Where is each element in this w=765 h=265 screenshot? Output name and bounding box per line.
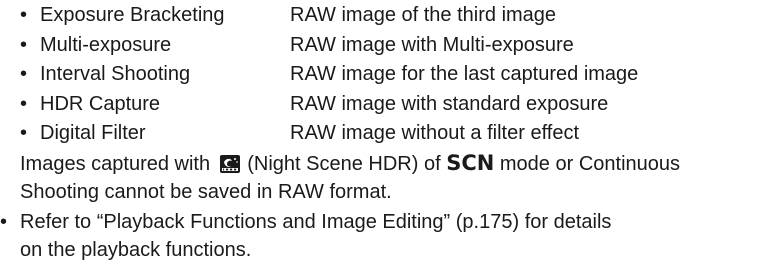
note-text: Images captured with xyxy=(20,153,211,175)
list-item: • HDR Capture RAW image with standard ex… xyxy=(20,91,760,118)
list-item-continuation: on the playback functions. xyxy=(0,237,760,264)
mode-name: HDR Capture xyxy=(40,93,161,115)
scn-mode-label: SCN xyxy=(446,151,495,175)
note-text: mode or Continuous xyxy=(499,153,680,175)
night-scene-hdr-icon xyxy=(219,155,240,173)
bullet: • xyxy=(0,211,8,233)
mode-description: RAW image without a filter effect xyxy=(290,122,580,144)
mode-description: RAW image for the last captured image xyxy=(290,63,639,85)
list-item: • Refer to “Playback Functions and Image… xyxy=(0,209,760,236)
list-item: • Digital Filter RAW image without a fil… xyxy=(20,120,760,147)
mode-name: Interval Shooting xyxy=(40,63,191,85)
mode-name: Digital Filter xyxy=(40,122,146,144)
note-line-2: Shooting cannot be saved in RAW format. xyxy=(20,179,392,206)
mode-name: Multi-exposure xyxy=(40,34,172,56)
refer-text: Refer to “Playback Functions and Image E… xyxy=(20,211,612,233)
mode-description: RAW image with Multi-exposure xyxy=(290,34,574,56)
refer-text: on the playback functions. xyxy=(20,239,252,261)
bullet: • xyxy=(20,93,28,115)
mode-description: RAW image of the third image xyxy=(290,4,557,26)
bullet: • xyxy=(20,34,28,56)
bullet: • xyxy=(20,63,28,85)
bullet: • xyxy=(20,122,28,144)
list-item: • Interval Shooting RAW image for the la… xyxy=(20,61,760,88)
note-text: (Night Scene HDR) of xyxy=(247,153,441,175)
bullet: • xyxy=(20,4,28,26)
note-text: Shooting cannot be saved in RAW format. xyxy=(20,181,392,203)
mode-name: Exposure Bracketing xyxy=(40,4,225,26)
mode-description: RAW image with standard exposure xyxy=(290,93,609,115)
manual-page: • Exposure Bracketing RAW image of the t… xyxy=(0,0,765,265)
list-item: • Multi-exposure RAW image with Multi-ex… xyxy=(20,32,760,59)
list-item: • Exposure Bracketing RAW image of the t… xyxy=(20,2,760,29)
note-line-1: Images captured with (Night Scene HDR) o… xyxy=(20,150,680,177)
